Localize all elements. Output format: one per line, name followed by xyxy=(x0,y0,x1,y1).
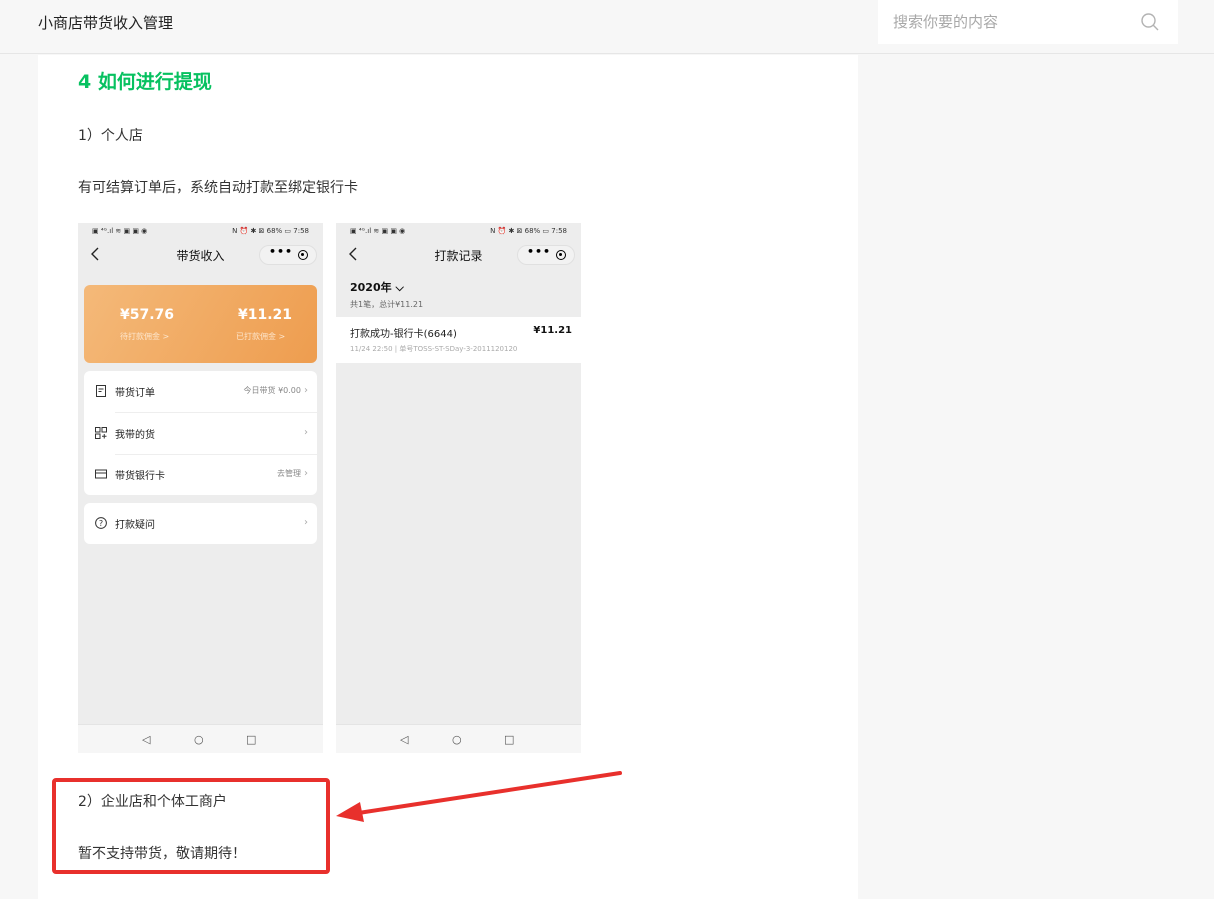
menu-label: 带货订单 xyxy=(115,388,155,399)
payment-record-row: 打款成功-银行卡(6644) ¥11.21 11/24 22:50 | 单号TO… xyxy=(336,317,581,363)
nav-back-icon: ◁ xyxy=(142,733,151,746)
doc-title[interactable]: 小商店带货收入管理 xyxy=(38,12,173,33)
paragraph-personal: 1）个人店 xyxy=(78,128,143,144)
svg-text:?: ? xyxy=(99,519,103,528)
menu-side: 去管理 xyxy=(277,469,301,478)
menu-row-help: ? 打款疑问 › xyxy=(84,503,317,544)
nav-recent-icon: □ xyxy=(504,733,515,746)
search-input[interactable] xyxy=(893,11,1133,33)
menu-row-orders: 带货订单 今日带货 ¥0.00 › xyxy=(84,371,317,412)
nav-recent-icon: □ xyxy=(246,733,257,746)
help-label: 打款疑问 xyxy=(115,520,155,531)
status-right: N ⏰ ✱ ⊠ 68% ▭ 7:58 xyxy=(490,227,567,235)
mini-program-capsule: ••• xyxy=(517,245,575,265)
status-bar: ▣ ⁴ᴳ.ıl ≋ ▣ ▣ ◉ N ⏰ ✱ ⊠ 68% ▭ 7:58 xyxy=(78,223,323,239)
chevron-right-icon: › xyxy=(304,427,308,438)
nav-home-icon: ○ xyxy=(452,733,462,746)
phone-screenshot-payment-records: ▣ ⁴ᴳ.ıl ≋ ▣ ▣ ◉ N ⏰ ✱ ⊠ 68% ▭ 7:58 打款记录 … xyxy=(336,223,581,753)
phone-nav-bar: 打款记录 ••• xyxy=(336,239,581,273)
chevron-right-icon: › xyxy=(304,468,308,479)
nav-home-icon: ○ xyxy=(194,733,204,746)
pending-amount: ¥57.76 xyxy=(120,307,175,323)
pending-label: 待打款佣金 > xyxy=(120,332,170,341)
menu-label: 我带的货 xyxy=(115,430,155,441)
android-nav-bar: ◁ ○ □ xyxy=(336,724,581,753)
year-selector: 2020年 ⌵ xyxy=(350,279,404,295)
top-bar: 小商店带货收入管理 xyxy=(0,0,1214,54)
record-meta: 11/24 22:50 | 单号TOSS-ST-SDay-3-201112012… xyxy=(350,345,518,353)
phone-screenshot-income: ▣ ⁴ᴳ.ıl ≋ ▣ ▣ ◉ N ⏰ ✱ ⊠ 68% ▭ 7:58 带货收入 … xyxy=(78,223,323,753)
help-card: ? 打款疑问 › xyxy=(84,503,317,544)
bank-card-icon xyxy=(95,469,107,479)
more-dots-icon: ••• xyxy=(527,245,552,258)
chevron-right-icon: › xyxy=(304,517,308,528)
paragraph-personal-desc: 有可结算订单后，系统自动打款至绑定银行卡 xyxy=(78,180,358,196)
status-left: ▣ ⁴ᴳ.ıl ≋ ▣ ▣ ◉ xyxy=(92,227,148,235)
menu-row-goods: 我带的货 › xyxy=(84,413,317,454)
menu-card: 带货订单 今日带货 ¥0.00 › 我带的货 › 带货银行卡 去管理 › xyxy=(84,371,317,495)
nav-back-icon: ◁ xyxy=(400,733,409,746)
more-dots-icon: ••• xyxy=(269,245,294,258)
close-target-icon xyxy=(556,250,566,260)
red-arrow-icon xyxy=(336,771,622,822)
chevron-down-icon: ⌵ xyxy=(391,281,404,294)
paid-label: 已打款佣金 > xyxy=(236,332,286,341)
mini-program-capsule: ••• xyxy=(259,245,317,265)
earnings-card: ¥57.76 待打款佣金 > ¥11.21 已打款佣金 > xyxy=(84,285,317,363)
phone-nav-bar: 带货收入 ••• xyxy=(78,239,323,273)
paid-amount: ¥11.21 xyxy=(238,307,293,323)
status-bar: ▣ ⁴ᴳ.ıl ≋ ▣ ▣ ◉ N ⏰ ✱ ⊠ 68% ▭ 7:58 xyxy=(336,223,581,239)
year-summary: 共1笔，总计¥11.21 xyxy=(350,300,424,309)
status-left: ▣ ⁴ᴳ.ıl ≋ ▣ ▣ ◉ xyxy=(350,227,406,235)
search-icon[interactable] xyxy=(1140,12,1160,32)
highlight-box xyxy=(52,778,330,874)
year-label: 2020年 xyxy=(350,281,392,294)
record-amount: ¥11.21 xyxy=(533,325,572,336)
status-right: N ⏰ ✱ ⊠ 68% ▭ 7:58 xyxy=(232,227,309,235)
search-box[interactable] xyxy=(878,0,1178,44)
menu-label: 带货银行卡 xyxy=(115,471,165,482)
grid-icon xyxy=(95,427,107,439)
android-nav-bar: ◁ ○ □ xyxy=(78,724,323,753)
chevron-right-icon: › xyxy=(304,385,308,396)
section-heading: 4 如何进行提现 xyxy=(78,71,212,93)
order-doc-icon xyxy=(96,385,106,397)
question-icon: ? xyxy=(95,517,107,529)
close-target-icon xyxy=(298,250,308,260)
record-title: 打款成功-银行卡(6644) xyxy=(350,329,457,340)
menu-side: 今日带货 ¥0.00 xyxy=(243,386,301,395)
menu-row-bank-card: 带货银行卡 去管理 › xyxy=(84,454,317,495)
